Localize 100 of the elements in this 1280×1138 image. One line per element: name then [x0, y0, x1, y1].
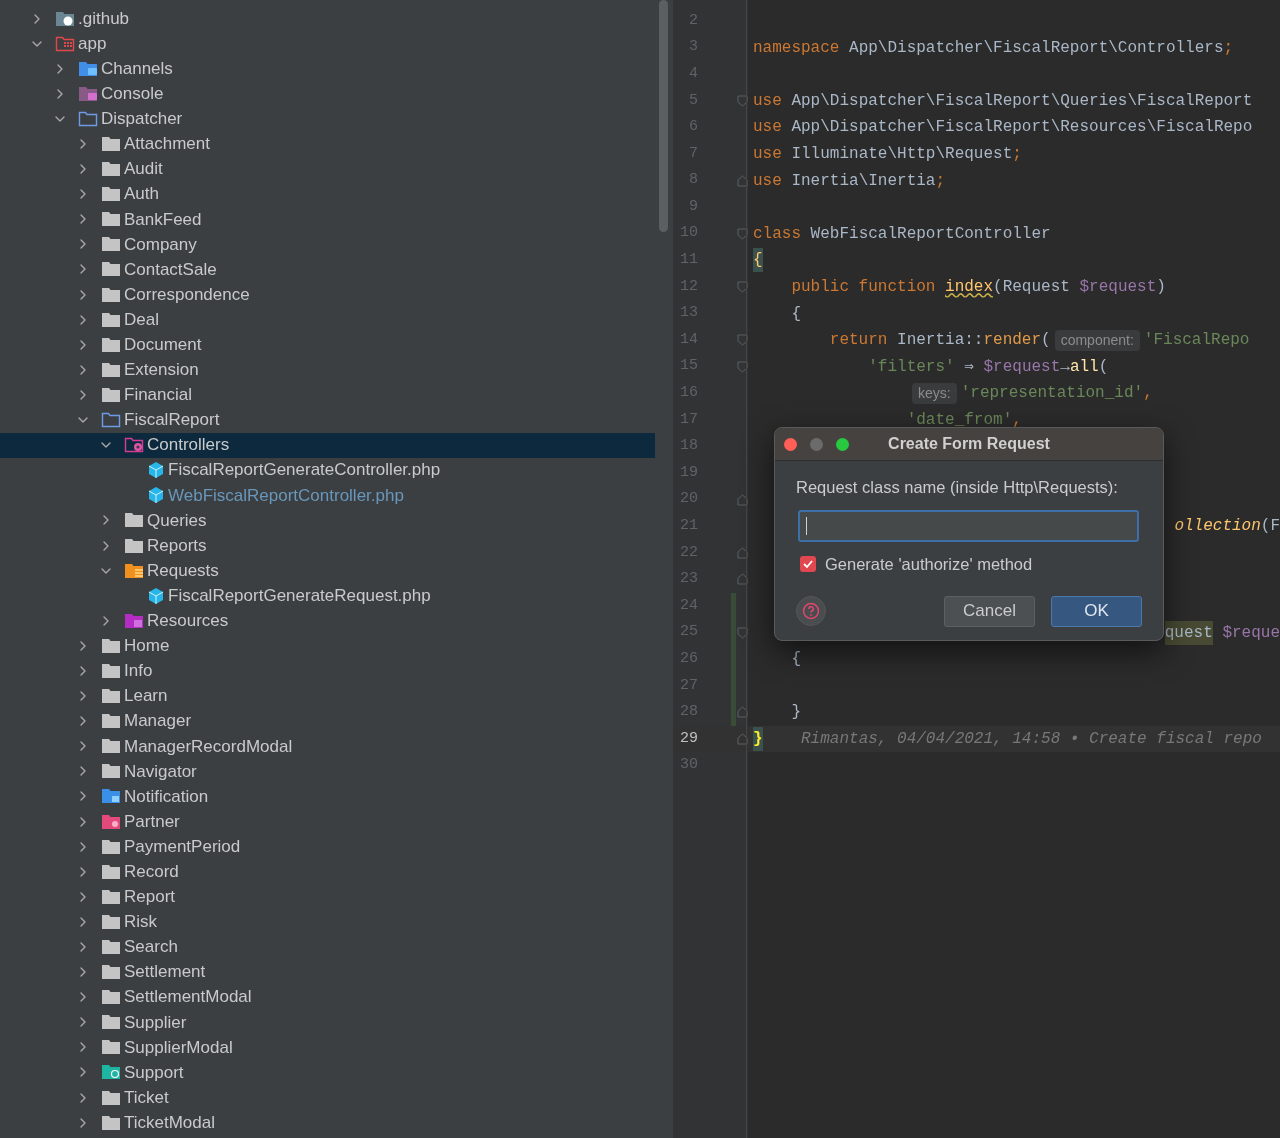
tree-item[interactable]: .github: [0, 6, 655, 32]
folder-name: Report: [124, 886, 176, 909]
folder-name: Deal: [124, 308, 159, 331]
code-token: all: [1069, 356, 1099, 378]
file-name: FiscalReportGenerateController.php: [168, 459, 441, 482]
code-token: Inertia::: [896, 330, 984, 352]
folder-name: Controllers: [147, 434, 230, 457]
folder-name: Financial: [124, 384, 193, 407]
folder-name: BankFeed: [124, 208, 202, 231]
tree-item[interactable]: Ticket: [0, 1085, 655, 1111]
zoom-window-button[interactable]: [836, 437, 849, 451]
folder-name: Company: [124, 233, 197, 256]
tree-item[interactable]: Search: [0, 934, 655, 960]
tree-item[interactable]: Settlement: [0, 959, 655, 985]
tree-item[interactable]: Console: [0, 81, 655, 107]
tree-item[interactable]: Resources: [0, 608, 655, 634]
folder-name: SupplierModal: [124, 1036, 233, 1059]
folder-name: Partner: [124, 810, 180, 833]
tree-item[interactable]: Home: [0, 633, 655, 659]
folder-name: Manager: [124, 710, 192, 733]
scrollbar[interactable]: [659, 0, 668, 232]
tree-item[interactable]: Record: [0, 859, 655, 885]
tree-item[interactable]: Navigator: [0, 758, 655, 784]
tree-item[interactable]: ManagerRecordModal: [0, 733, 655, 759]
folder-name: Navigator: [124, 760, 197, 783]
tree-item[interactable]: Risk: [0, 909, 655, 935]
cube-icon: [147, 461, 165, 480]
tree-item[interactable]: Notification: [0, 783, 655, 809]
code-token: }: [753, 727, 763, 751]
tree-item[interactable]: Financial: [0, 382, 655, 408]
folder-icon: [101, 661, 121, 681]
tree-item[interactable]: PaymentPeriod: [0, 834, 655, 860]
tree-item[interactable]: Channels: [0, 56, 655, 82]
code-token: (: [1098, 356, 1109, 378]
folder-name: Console: [101, 83, 164, 106]
code-token: →: [1060, 356, 1070, 378]
folder-name: Queries: [147, 509, 207, 532]
folder-name: Extension: [124, 359, 199, 382]
tree-item[interactable]: Supplier: [0, 1009, 655, 1035]
tree-item[interactable]: FiscalReport: [0, 407, 655, 433]
ok-button[interactable]: OK: [1051, 595, 1142, 627]
code-token: use: [753, 90, 782, 112]
question-icon: [802, 602, 820, 620]
tree-item[interactable]: Deal: [0, 307, 655, 333]
tree-item[interactable]: Attachment: [0, 131, 655, 157]
cube-icon: [147, 586, 165, 605]
tree-item[interactable]: Manager: [0, 708, 655, 734]
tree-item[interactable]: ContactSale: [0, 256, 655, 283]
folder-icon: [101, 937, 121, 957]
code-token: App\Dispatcher\FiscalReport\Resources\FiscalRepo: [790, 117, 1253, 139]
tree-item[interactable]: SupplierModal: [0, 1034, 655, 1060]
tree-item[interactable]: Support: [0, 1059, 655, 1086]
tree-item[interactable]: Extension: [0, 357, 655, 383]
tree-item[interactable]: SettlementModal: [0, 984, 655, 1010]
tree-item[interactable]: FiscalReportGenerateController.php: [0, 457, 655, 483]
tree-item[interactable]: app: [0, 31, 655, 57]
code-token: WebFiscalReportController: [809, 223, 1051, 245]
tree-item[interactable]: Auth: [0, 181, 655, 207]
tree-item[interactable]: Company: [0, 231, 655, 257]
folder-name: Info: [124, 660, 153, 683]
checkbox[interactable]: [800, 556, 816, 573]
tree-item[interactable]: Learn: [0, 683, 655, 709]
input-field[interactable]: [798, 509, 1139, 542]
code-token: use: [753, 117, 782, 139]
folder-name: SettlementModal: [124, 986, 252, 1009]
tree-item[interactable]: Partner: [0, 809, 655, 835]
code-token: render: [983, 330, 1042, 352]
close-window-button[interactable]: [784, 437, 797, 451]
tree-item[interactable]: BankFeed: [0, 206, 655, 232]
tree-item[interactable]: Audit: [0, 156, 655, 182]
tree-item[interactable]: Reports: [0, 532, 655, 559]
tree-item[interactable]: Controllers: [0, 432, 655, 458]
code-token: ,: [1143, 383, 1153, 405]
code-token: App\Dispatcher\FiscalReport\Queries\FiscalReport: [790, 90, 1253, 112]
folder-name: Learn: [124, 685, 168, 708]
code-token: Illuminate\Http\Request: [790, 143, 1013, 165]
folder-name: TicketModal: [124, 1111, 215, 1134]
code-token: ;: [1012, 143, 1022, 165]
tree-item[interactable]: Report: [0, 884, 655, 910]
code-token: (: [1041, 330, 1051, 352]
folder-name: Channels: [101, 58, 173, 80]
tree-item[interactable]: FiscalReportGenerateRequest.php: [0, 583, 655, 609]
folder-name: Supplier: [124, 1011, 187, 1034]
code-token: }: [790, 702, 801, 724]
tree-item[interactable]: Info: [0, 658, 655, 684]
tree-item[interactable]: Document: [0, 332, 655, 358]
tree-item[interactable]: Correspondence: [0, 282, 655, 308]
cancel-button[interactable]: Cancel: [944, 595, 1035, 627]
code-token: 'FiscalRepo: [1143, 330, 1250, 352]
tree-item[interactable]: WebFiscalReportController.php: [0, 482, 655, 508]
folder-name: ContactSale: [124, 258, 217, 281]
folder-name: Settlement: [124, 961, 206, 984]
code-token: (Request: [993, 276, 1071, 298]
folder-name: Support: [124, 1061, 184, 1084]
tree-item[interactable]: Dispatcher: [0, 106, 655, 132]
code-token: $request: [983, 356, 1061, 378]
help-button[interactable]: [796, 596, 826, 626]
tree-item[interactable]: Requests: [0, 558, 655, 584]
tree-item[interactable]: Queries: [0, 507, 655, 533]
tree-item[interactable]: TicketModal: [0, 1110, 655, 1136]
